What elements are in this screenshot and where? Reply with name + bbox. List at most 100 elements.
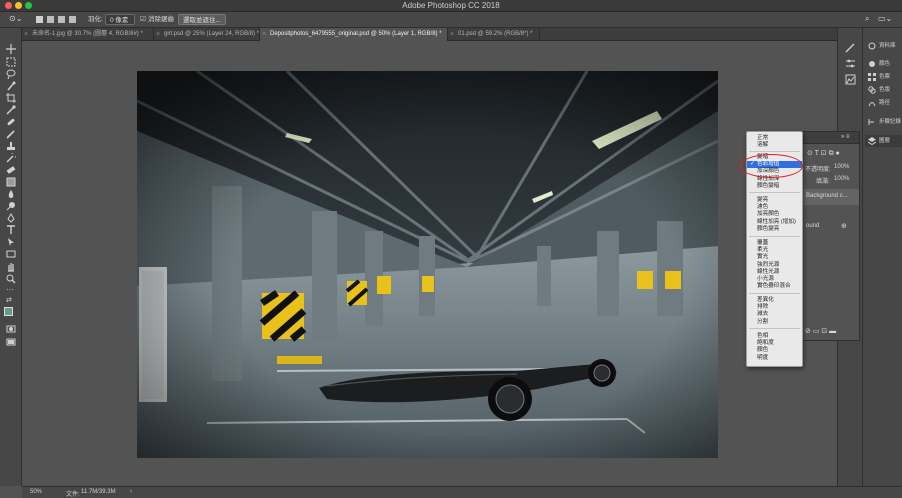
quick-select-icon[interactable] <box>6 81 16 91</box>
document-canvas-image[interactable] <box>137 71 718 458</box>
hand-icon[interactable] <box>6 262 16 272</box>
blend-hard-mix[interactable]: 實色疊印混合 <box>747 283 802 290</box>
panel-channels[interactable]: 色版 <box>865 84 902 96</box>
paths-icon <box>868 99 876 107</box>
search-icon[interactable]: ⌕ <box>865 13 869 24</box>
blend-difference[interactable]: 差異化 <box>747 297 802 304</box>
layers-panel-header: » ≡ <box>801 132 859 144</box>
parking-garage-photo <box>137 71 718 458</box>
layers-icon <box>867 137 877 146</box>
antialias-label: 消除鋸齒 <box>148 16 174 23</box>
dodge-icon[interactable] <box>6 201 16 211</box>
histogram-icon[interactable] <box>845 74 856 85</box>
blend-darker-color[interactable]: 顏色變暗 <box>747 183 802 190</box>
blend-overlay[interactable]: 覆蓋 <box>747 240 802 247</box>
workspace-icon[interactable]: ▭⌄ <box>878 13 892 24</box>
blend-linear-light[interactable]: 線性光源 <box>747 269 802 276</box>
intersect-selection-icon[interactable] <box>69 16 76 23</box>
close-tab-icon[interactable]: × <box>24 28 28 41</box>
panel-paths[interactable]: 路徑 <box>865 97 902 109</box>
more-tools-icon[interactable]: ··· <box>6 286 16 296</box>
panel-history[interactable]: 步驟記錄 <box>865 116 902 128</box>
tab-label: 未命名-1.jpg @ 30.7% (圖層 4, RGB/8#) * <box>32 31 143 37</box>
blend-soft-light[interactable]: 柔光 <box>747 247 802 254</box>
properties-icon[interactable] <box>845 58 856 69</box>
blend-hue[interactable]: 色相 <box>747 333 802 340</box>
zoom-icon[interactable] <box>6 274 16 284</box>
gradient-icon[interactable] <box>6 177 16 187</box>
layer-actions-icons[interactable]: ⊘ ▭ ⊡ ▬ <box>805 327 836 335</box>
panel-collapse-icon[interactable]: » ≡ <box>841 134 850 140</box>
opacity-value[interactable]: 100% <box>834 164 849 170</box>
blend-normal[interactable]: 正常 <box>747 135 802 142</box>
fill-value[interactable]: 100% <box>834 176 849 182</box>
lock-icon: ⊕ <box>841 223 847 230</box>
select-and-mask-button[interactable]: 選取並遮住... <box>178 14 226 25</box>
tab-label: 01.psd @ 59.2% (RGB/8*) * <box>458 31 533 37</box>
blend-vivid-light[interactable]: 強烈光源 <box>747 262 802 269</box>
blend-linear-dodge[interactable]: 線性加亮 (增加) <box>747 219 802 226</box>
close-tab-icon[interactable]: × <box>262 28 266 41</box>
feather-input[interactable]: 0 像素 <box>105 14 135 25</box>
move-icon[interactable] <box>6 44 16 54</box>
brush-icon[interactable] <box>6 129 16 139</box>
add-selection-icon[interactable] <box>47 16 54 23</box>
blur-icon[interactable] <box>6 189 16 199</box>
options-bar: ⊙⌄ 羽化: 0 像素 ☑ 消除鋸齒 選取並遮住... ⌕ ▭⌄ <box>0 12 902 28</box>
type-icon[interactable] <box>6 225 16 235</box>
shape-icon[interactable] <box>6 249 16 259</box>
tab-label: Depositphotos_6479555_original.psd @ 50%… <box>270 31 442 37</box>
eraser-icon[interactable] <box>6 165 16 175</box>
foreground-color-swatch[interactable] <box>4 307 13 316</box>
menu-separator <box>749 151 800 152</box>
zoom-level[interactable]: 50% <box>30 489 42 495</box>
blend-subtract[interactable]: 減去 <box>747 311 802 318</box>
brush-settings-icon[interactable] <box>845 42 856 53</box>
blend-color-dodge[interactable]: 加亮顏色 <box>747 211 802 218</box>
lasso-icon[interactable] <box>6 69 16 79</box>
tab-untitled[interactable]: × 未命名-1.jpg @ 30.7% (圖層 4, RGB/8#) * <box>22 28 154 41</box>
blend-color[interactable]: 顏色 <box>747 347 802 354</box>
layer-name[interactable]: Background c... <box>806 193 848 199</box>
tab-girl[interactable]: × girl.psd @ 25% (Layer 24, RGB/8) * <box>154 28 260 41</box>
history-brush-icon[interactable] <box>6 153 16 163</box>
tab-01[interactable]: × 01.psd @ 59.2% (RGB/8*) * <box>448 28 540 41</box>
antialias-checkbox[interactable]: ☑ <box>140 14 146 25</box>
panel-library[interactable]: 資料庫 <box>865 40 902 52</box>
blend-luminosity[interactable]: 明度 <box>747 355 802 362</box>
eyedropper-icon[interactable] <box>6 105 16 115</box>
new-selection-icon[interactable] <box>36 16 43 23</box>
path-select-icon[interactable] <box>6 237 16 247</box>
panel-label: 圖層 <box>879 138 891 144</box>
blend-hard-light[interactable]: 實光 <box>747 254 802 261</box>
panel-color[interactable]: 顏色 <box>865 58 902 70</box>
marquee-icon[interactable] <box>6 57 16 67</box>
lasso-preset-icon[interactable]: ⊙⌄ <box>9 13 22 24</box>
filter-type-icons[interactable]: ⊙ T ⊡ ⧉ ● <box>807 149 840 158</box>
subtract-selection-icon[interactable] <box>58 16 65 23</box>
blend-dissolve[interactable]: 溶解 <box>747 142 802 149</box>
layer-name[interactable]: ound <box>806 223 819 229</box>
healing-icon[interactable] <box>6 117 16 127</box>
panel-label: 步驟記錄 <box>879 119 902 125</box>
annotation-circle <box>740 154 803 178</box>
tab-depositphotos[interactable]: × Depositphotos_6479555_original.psd @ 50… <box>260 28 448 41</box>
stamp-icon[interactable] <box>6 141 16 151</box>
blend-exclusion[interactable]: 排除 <box>747 304 802 311</box>
status-expand-icon[interactable]: › <box>130 489 132 495</box>
close-tab-icon[interactable]: × <box>450 28 454 41</box>
layers-panel: » ≡ ⊙ T ⊡ ⧉ ● 不透明度: 100% 填滿: 100% Backgr… <box>800 131 860 341</box>
screen-mode-icon[interactable] <box>6 337 16 347</box>
panel-layers[interactable]: 圖層 <box>865 135 902 147</box>
blend-divide[interactable]: 分割 <box>747 319 802 326</box>
menu-separator <box>749 328 800 329</box>
panel-swatches[interactable]: 色票 <box>865 71 902 83</box>
blend-lighten[interactable]: 變亮 <box>747 197 802 204</box>
blend-lighter-color[interactable]: 顏色變亮 <box>747 226 802 233</box>
blend-saturation[interactable]: 飽和度 <box>747 340 802 347</box>
pen-icon[interactable] <box>6 213 16 223</box>
swap-colors-icon[interactable]: ⇄ <box>6 296 16 306</box>
crop-icon[interactable] <box>6 93 16 103</box>
quick-mask-icon[interactable] <box>6 324 16 334</box>
close-tab-icon[interactable]: × <box>156 28 160 41</box>
